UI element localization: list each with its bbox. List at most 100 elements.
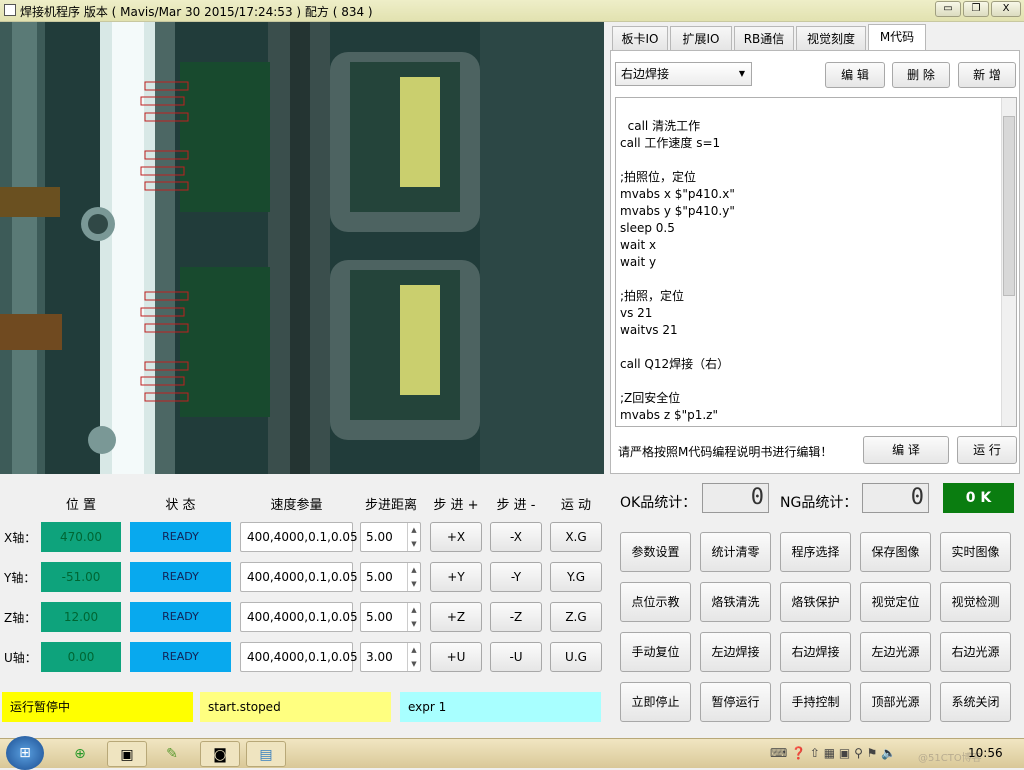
go-y-button[interactable]: Y.G	[550, 562, 602, 592]
spin-arrows-icon[interactable]: ▲ ▼	[407, 643, 420, 671]
axis-label-x: X轴：	[4, 531, 37, 545]
go-u-button[interactable]: U.G	[550, 642, 602, 672]
function-button[interactable]: 烙铁清洗	[700, 582, 771, 622]
status-y: READY	[130, 562, 231, 592]
ng-count-label: NG品统计：	[780, 495, 858, 511]
function-button[interactable]: 视觉检测	[940, 582, 1011, 622]
jog-minus-z-button[interactable]: -Z	[490, 602, 542, 632]
position-y: -51.00	[41, 562, 121, 592]
edit-button[interactable]: 编 辑	[825, 62, 885, 88]
jog-minus-y-button[interactable]: -Y	[490, 562, 542, 592]
header-step-plus: 步 进 +	[433, 498, 479, 513]
taskbar: ⊞ ⊕ ▣ ✎ ◙ ▤ ⌨ ❓ ⇧ ▦ ▣ ⚲ ⚑ 🔈 @51CTO博客 10:…	[0, 736, 1024, 770]
jog-plus-y-button[interactable]: +Y	[430, 562, 482, 592]
clock[interactable]: 10:56	[968, 746, 1003, 760]
speed-input-u[interactable]: 400,4000,0.1,0.05	[240, 642, 358, 672]
scrollbar-thumb[interactable]	[1003, 116, 1015, 296]
function-button[interactable]: 点位示教	[620, 582, 691, 622]
ok-count-display: 0	[702, 483, 769, 513]
minimize-button[interactable]: ▭	[935, 1, 961, 17]
compile-button[interactable]: 编 译	[863, 436, 949, 464]
spin-arrows-icon[interactable]: ▲ ▼	[407, 563, 420, 591]
ng-count-display: 0	[862, 483, 929, 513]
chevron-down-icon: ▼	[738, 69, 745, 78]
go-x-button[interactable]: X.G	[550, 522, 602, 552]
tab-ext-io[interactable]: 扩展IO	[670, 26, 732, 51]
function-button[interactable]: 视觉定位	[860, 582, 931, 622]
camera-view	[0, 22, 604, 474]
step-spinbox-z[interactable]: 5.00 ▲ ▼	[360, 602, 421, 632]
header-step-minus: 步 进 -	[496, 498, 536, 513]
function-button[interactable]: 烙铁保护	[780, 582, 851, 622]
taskbar-window-icon[interactable]: ▣	[107, 741, 147, 767]
speed-input-z[interactable]: 400,4000,0.1,0.05	[240, 602, 358, 632]
delete-button[interactable]: 删 除	[892, 62, 950, 88]
jog-plus-u-button[interactable]: +U	[430, 642, 482, 672]
tab-m-code[interactable]: M代码	[868, 24, 926, 51]
expr-bar: expr 1	[400, 692, 601, 722]
scrollbar[interactable]	[1001, 98, 1016, 426]
spin-arrows-icon[interactable]: ▲ ▼	[407, 523, 420, 551]
jog-minus-u-button[interactable]: -U	[490, 642, 542, 672]
header-status: 状 态	[165, 498, 196, 513]
ok-count-label: OK品统计：	[620, 495, 697, 511]
tab-rb-comm[interactable]: RB通信	[734, 26, 794, 51]
program-select-value: 右边焊接	[621, 67, 670, 81]
function-button[interactable]: 右边光源	[940, 632, 1011, 672]
jog-minus-x-button[interactable]: -X	[490, 522, 542, 552]
axis-label-u: U轴：	[4, 651, 37, 665]
speed-input-y[interactable]: 400,4000,0.1,0.05	[240, 562, 358, 592]
speed-input-x[interactable]: 400,4000,0.1,0.05	[240, 522, 358, 552]
tray-icons[interactable]: ⌨ ❓ ⇧ ▦ ▣ ⚲ ⚑ 🔈	[770, 746, 896, 760]
title-bar: 焊接机程序 版本 ( Mavis/Mar 30 2015/17:24:53 ) …	[0, 0, 1024, 22]
new-button[interactable]: 新 增	[958, 62, 1016, 88]
taskbar-camera-icon[interactable]: ◙	[200, 741, 240, 767]
status-x: READY	[130, 522, 231, 552]
status-z: READY	[130, 602, 231, 632]
position-u: 0.00	[41, 642, 121, 672]
function-button[interactable]: 系统关闭	[940, 682, 1011, 722]
function-button[interactable]: 统计清零	[700, 532, 771, 572]
function-button[interactable]: 右边焊接	[780, 632, 851, 672]
run-button[interactable]: 运 行	[957, 436, 1017, 464]
function-button[interactable]: 手动复位	[620, 632, 691, 672]
function-button[interactable]: 暂停运行	[700, 682, 771, 722]
function-button[interactable]: 手持控制	[780, 682, 851, 722]
position-z: 12.00	[41, 602, 121, 632]
spin-arrows-icon[interactable]: ▲ ▼	[407, 603, 420, 631]
function-button[interactable]: 立即停止	[620, 682, 691, 722]
function-button[interactable]: 保存图像	[860, 532, 931, 572]
status-u: READY	[130, 642, 231, 672]
maximize-button[interactable]: ❐	[963, 1, 989, 17]
function-button[interactable]: 实时图像	[940, 532, 1011, 572]
taskbar-app-icon[interactable]: ⊕	[60, 741, 100, 767]
header-motion: 运 动	[560, 498, 592, 513]
function-button[interactable]: 左边焊接	[700, 632, 771, 672]
start-state-bar: start.stoped	[200, 692, 391, 722]
result-indicator: 0 K	[943, 483, 1014, 513]
step-spinbox-x[interactable]: 5.00 ▲ ▼	[360, 522, 421, 552]
function-button[interactable]: 左边光源	[860, 632, 931, 672]
run-state-bar: 运行暂停中	[2, 692, 193, 722]
jog-plus-z-button[interactable]: +Z	[430, 602, 482, 632]
taskbar-folder-icon[interactable]: ▤	[246, 741, 286, 767]
start-button[interactable]: ⊞	[6, 736, 44, 770]
function-button[interactable]: 程序选择	[780, 532, 851, 572]
taskbar-app-icon[interactable]: ✎	[152, 741, 192, 767]
program-select[interactable]: 右边焊接 ▼	[615, 62, 752, 86]
step-value: 5.00	[366, 530, 393, 544]
code-editor[interactable]: call 清洗工作 call 工作速度 s=1 ;拍照位，定位 mvabs x …	[615, 97, 1017, 427]
function-button[interactable]: 顶部光源	[860, 682, 931, 722]
tab-vision-scale[interactable]: 视觉刻度	[796, 26, 866, 51]
jog-plus-x-button[interactable]: +X	[430, 522, 482, 552]
code-text: call 清洗工作 call 工作速度 s=1 ;拍照位，定位 mvabs x …	[620, 119, 735, 426]
step-spinbox-y[interactable]: 5.00 ▲ ▼	[360, 562, 421, 592]
axis-label-z: Z轴：	[4, 611, 37, 625]
close-button[interactable]: X	[991, 1, 1021, 17]
step-value: 5.00	[366, 610, 393, 624]
app-icon	[4, 4, 16, 16]
go-z-button[interactable]: Z.G	[550, 602, 602, 632]
step-spinbox-u[interactable]: 3.00 ▲ ▼	[360, 642, 421, 672]
tab-card-io[interactable]: 板卡IO	[612, 26, 668, 51]
function-button[interactable]: 参数设置	[620, 532, 691, 572]
